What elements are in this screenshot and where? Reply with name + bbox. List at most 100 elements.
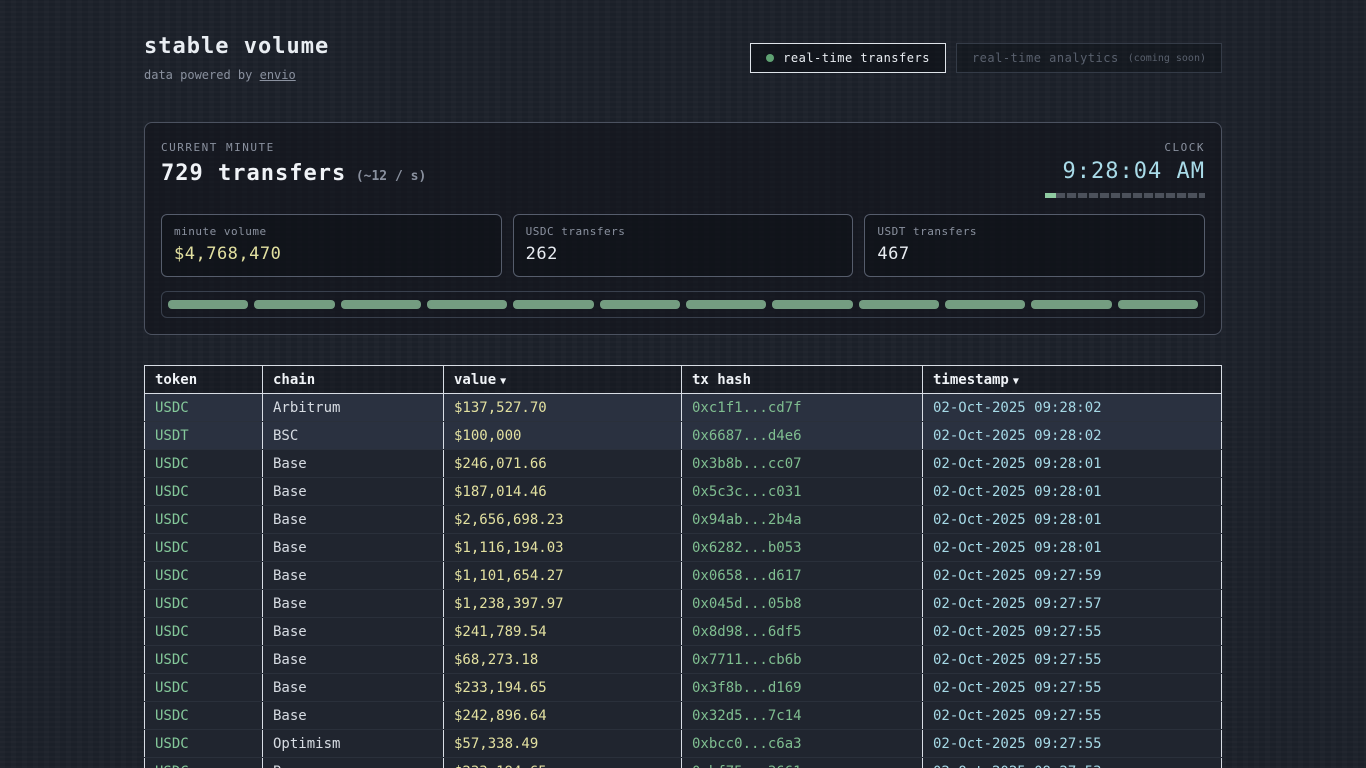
tx-hash-cell[interactable]: 0x3f8b...d169: [682, 674, 923, 702]
tx-hash-cell[interactable]: 0x045d...05b8: [682, 590, 923, 618]
column-header-timestamp[interactable]: timestamp▼: [923, 366, 1222, 394]
activity-segment: [772, 300, 852, 309]
token-cell: USDC: [145, 758, 263, 768]
token-cell: USDC: [145, 478, 263, 506]
sort-desc-icon: ▼: [1013, 376, 1019, 387]
tx-hash-cell[interactable]: 0x0658...d617: [682, 562, 923, 590]
tab-label: real-time analytics: [972, 51, 1119, 65]
token-cell: USDC: [145, 618, 263, 646]
stat-value: $4,768,470: [174, 244, 489, 264]
brand: stable volume data powered by envio: [144, 34, 329, 82]
tab-bar: real-time transfers real-time analytics …: [750, 43, 1222, 73]
chain-cell: Base: [263, 674, 444, 702]
stat-value: 467: [877, 244, 1192, 264]
panel-top: CURRENT MINUTE 729 transfers (~12 / s) C…: [161, 141, 1205, 198]
token-cell: USDC: [145, 674, 263, 702]
timestamp-cell: 02-Oct-2025 09:28:01: [923, 450, 1222, 478]
activity-segment: [945, 300, 1025, 309]
activity-segment: [1031, 300, 1111, 309]
tx-hash-cell[interactable]: 0xc1f1...cd7f: [682, 394, 923, 422]
token-cell: USDC: [145, 730, 263, 758]
subtitle: data powered by envio: [144, 68, 329, 82]
table-header-row: token chain value▼ tx hash timestamp▼: [145, 366, 1222, 394]
table-row: USDCBase$242,896.640x32d5...7c1402-Oct-2…: [145, 702, 1222, 730]
token-cell: USDC: [145, 534, 263, 562]
transfers-count: 729 transfers: [161, 161, 346, 186]
chain-cell: Arbitrum: [263, 394, 444, 422]
stat-cards: minute volume $4,768,470 USDC transfers …: [161, 214, 1205, 277]
table-row: USDTBSC$100,0000x6687...d4e602-Oct-2025 …: [145, 422, 1222, 450]
value-cell: $241,789.54: [444, 618, 682, 646]
timestamp-cell: 02-Oct-2025 09:27:57: [923, 590, 1222, 618]
tx-hash-cell[interactable]: 0x8d98...6df5: [682, 618, 923, 646]
token-cell: USDC: [145, 394, 263, 422]
transfers-table-body: USDCArbitrum$137,527.700xc1f1...cd7f02-O…: [145, 394, 1222, 768]
transfers-headline: 729 transfers (~12 / s): [161, 161, 426, 186]
value-cell: $233,194.65: [444, 758, 682, 768]
activity-segment: [168, 300, 248, 309]
token-cell: USDT: [145, 422, 263, 450]
value-cell: $137,527.70: [444, 394, 682, 422]
table-row: USDCBase$68,273.180x7711...cb6b02-Oct-20…: [145, 646, 1222, 674]
tab-realtime-analytics[interactable]: real-time analytics (coming soon): [956, 43, 1222, 73]
stat-card-usdt-transfers: USDT transfers 467: [864, 214, 1205, 277]
clock-progress-fill: [1045, 193, 1056, 198]
activity-segment: [341, 300, 421, 309]
tx-hash-cell[interactable]: 0x7711...cb6b: [682, 646, 923, 674]
value-cell: $68,273.18: [444, 646, 682, 674]
chain-cell: BSC: [263, 422, 444, 450]
stat-card-minute-volume: minute volume $4,768,470: [161, 214, 502, 277]
tab-realtime-transfers[interactable]: real-time transfers: [750, 43, 946, 73]
envio-link[interactable]: envio: [260, 68, 296, 82]
chain-cell: Base: [263, 450, 444, 478]
timestamp-cell: 02-Oct-2025 09:27:59: [923, 562, 1222, 590]
page-title: stable volume: [144, 34, 329, 59]
tx-hash-cell[interactable]: 0xbcc0...c6a3: [682, 730, 923, 758]
token-cell: USDC: [145, 590, 263, 618]
transfers-table: token chain value▼ tx hash timestamp▼ US…: [144, 365, 1222, 768]
sort-desc-icon: ▼: [500, 376, 506, 387]
transfers-rate: (~12 / s): [356, 169, 426, 184]
chain-cell: Base: [263, 590, 444, 618]
clock-time: 9:28:04 AM: [1045, 159, 1205, 184]
tx-hash-cell[interactable]: 0xbf75...3661: [682, 758, 923, 768]
timestamp-cell: 02-Oct-2025 09:28:01: [923, 478, 1222, 506]
clock-block: CLOCK 9:28:04 AM: [1045, 141, 1205, 198]
tx-hash-cell[interactable]: 0x94ab...2b4a: [682, 506, 923, 534]
chain-cell: Base: [263, 618, 444, 646]
token-cell: USDC: [145, 646, 263, 674]
value-cell: $242,896.64: [444, 702, 682, 730]
chain-cell: Base: [263, 478, 444, 506]
current-minute-label: CURRENT MINUTE: [161, 141, 426, 154]
table-row: USDCBase$1,238,397.970x045d...05b802-Oct…: [145, 590, 1222, 618]
timestamp-cell: 02-Oct-2025 09:28:02: [923, 422, 1222, 450]
timestamp-cell: 02-Oct-2025 09:28:01: [923, 534, 1222, 562]
activity-segment: [427, 300, 507, 309]
timestamp-cell: 02-Oct-2025 09:27:55: [923, 674, 1222, 702]
column-header-value[interactable]: value▼: [444, 366, 682, 394]
table-row: USDCOptimism$57,338.490xbcc0...c6a302-Oc…: [145, 730, 1222, 758]
value-cell: $1,238,397.97: [444, 590, 682, 618]
tx-hash-cell[interactable]: 0x3b8b...cc07: [682, 450, 923, 478]
value-cell: $2,656,698.23: [444, 506, 682, 534]
column-header-chain: chain: [263, 366, 444, 394]
table-row: USDCBase$241,789.540x8d98...6df502-Oct-2…: [145, 618, 1222, 646]
activity-segment: [513, 300, 593, 309]
value-cell: $100,000: [444, 422, 682, 450]
stat-label: USDT transfers: [877, 225, 1192, 238]
tx-hash-cell[interactable]: 0x6687...d4e6: [682, 422, 923, 450]
clock-progress: [1045, 193, 1205, 198]
timestamp-cell: 02-Oct-2025 09:27:55: [923, 730, 1222, 758]
tx-hash-cell[interactable]: 0x32d5...7c14: [682, 702, 923, 730]
tx-hash-cell[interactable]: 0x6282...b053: [682, 534, 923, 562]
value-cell: $187,014.46: [444, 478, 682, 506]
tx-hash-cell[interactable]: 0x5c3c...c031: [682, 478, 923, 506]
table-row: USDCArbitrum$137,527.700xc1f1...cd7f02-O…: [145, 394, 1222, 422]
activity-segment: [254, 300, 334, 309]
token-cell: USDC: [145, 450, 263, 478]
activity-segment: [686, 300, 766, 309]
column-header-tx-hash: tx hash: [682, 366, 923, 394]
clock-label: CLOCK: [1045, 141, 1205, 154]
chain-cell: Base: [263, 534, 444, 562]
timestamp-cell: 02-Oct-2025 09:27:55: [923, 646, 1222, 674]
